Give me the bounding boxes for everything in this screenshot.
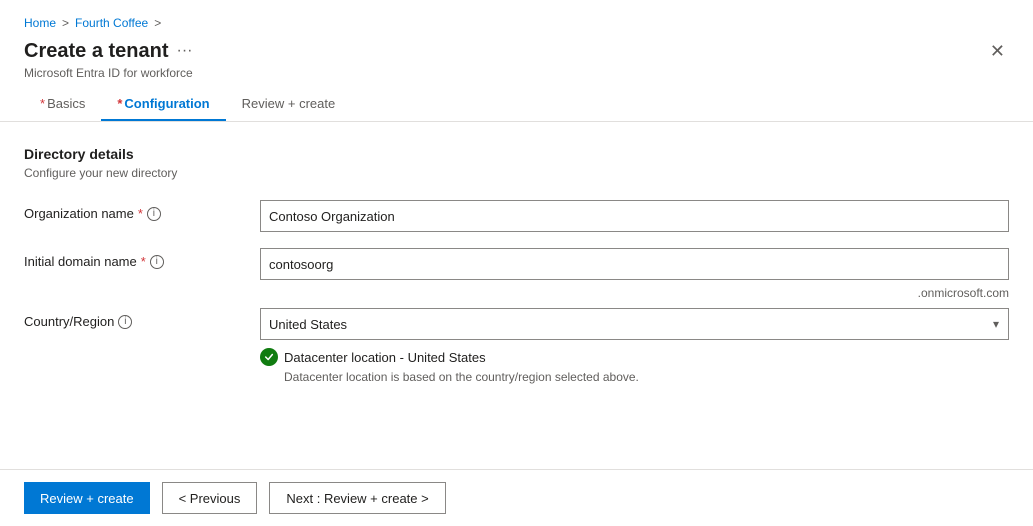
section-title: Directory details: [24, 146, 1009, 162]
country-info-icon[interactable]: i: [118, 315, 132, 329]
datacenter-location-text: Datacenter location - United States: [284, 350, 486, 365]
domain-suffix: .onmicrosoft.com: [918, 286, 1009, 300]
domain-name-info-icon[interactable]: i: [150, 255, 164, 269]
domain-name-row: Initial domain name * i .onmicrosoft.com: [24, 248, 1009, 280]
org-required-star: *: [138, 206, 143, 221]
create-tenant-modal: Home > Fourth Coffee > Create a tenant ·…: [0, 0, 1033, 526]
domain-name-label: Initial domain name * i: [24, 248, 244, 269]
page-title: Create a tenant: [24, 40, 169, 63]
org-name-input[interactable]: [260, 200, 1009, 232]
country-label: Country/Region i: [24, 308, 244, 329]
country-select[interactable]: United StatesUnited KingdomCanadaAustral…: [260, 308, 1009, 340]
datacenter-note: Datacenter location is based on the coun…: [284, 370, 1009, 384]
domain-wrapper: .onmicrosoft.com: [260, 248, 1009, 280]
domain-name-control: .onmicrosoft.com: [260, 248, 1009, 280]
modal-footer: Review + create < Previous Next : Review…: [0, 469, 1033, 526]
org-name-info-icon[interactable]: i: [147, 207, 161, 221]
country-row: Country/Region i United StatesUnited Kin…: [24, 308, 1009, 384]
datacenter-check-icon: [260, 348, 278, 366]
title-row: Create a tenant ··· ✕: [24, 38, 1009, 64]
org-name-row: Organization name * i: [24, 200, 1009, 232]
breadcrumb-tenant[interactable]: Fourth Coffee: [75, 16, 148, 30]
org-name-control: [260, 200, 1009, 232]
country-select-wrapper: United StatesUnited KingdomCanadaAustral…: [260, 308, 1009, 340]
title-left: Create a tenant ···: [24, 40, 192, 63]
tabs-container: *Basics *Configuration Review + create: [24, 88, 1009, 121]
modal-body: Directory details Configure your new dir…: [0, 122, 1033, 469]
tab-review-create[interactable]: Review + create: [226, 88, 352, 121]
country-control: United StatesUnited KingdomCanadaAustral…: [260, 308, 1009, 384]
breadcrumb-home[interactable]: Home: [24, 16, 56, 30]
modal-subtitle: Microsoft Entra ID for workforce: [24, 66, 1009, 80]
more-options-icon[interactable]: ···: [177, 42, 193, 60]
tab-basics[interactable]: *Basics: [24, 88, 101, 121]
review-create-button[interactable]: Review + create: [24, 482, 150, 514]
domain-name-input[interactable]: [260, 248, 1009, 280]
breadcrumb: Home > Fourth Coffee >: [24, 16, 1009, 30]
breadcrumb-sep1: >: [62, 16, 69, 30]
org-name-label: Organization name * i: [24, 200, 244, 221]
tab-configuration[interactable]: *Configuration: [101, 88, 225, 121]
datacenter-info: Datacenter location - United States Data…: [260, 348, 1009, 384]
domain-required-star: *: [141, 254, 146, 269]
close-button[interactable]: ✕: [986, 38, 1009, 64]
datacenter-location: Datacenter location - United States: [260, 348, 1009, 366]
breadcrumb-sep2: >: [154, 16, 161, 30]
modal-header: Home > Fourth Coffee > Create a tenant ·…: [0, 0, 1033, 122]
section-subtitle: Configure your new directory: [24, 166, 1009, 180]
next-button[interactable]: Next : Review + create >: [269, 482, 445, 514]
previous-button[interactable]: < Previous: [162, 482, 258, 514]
